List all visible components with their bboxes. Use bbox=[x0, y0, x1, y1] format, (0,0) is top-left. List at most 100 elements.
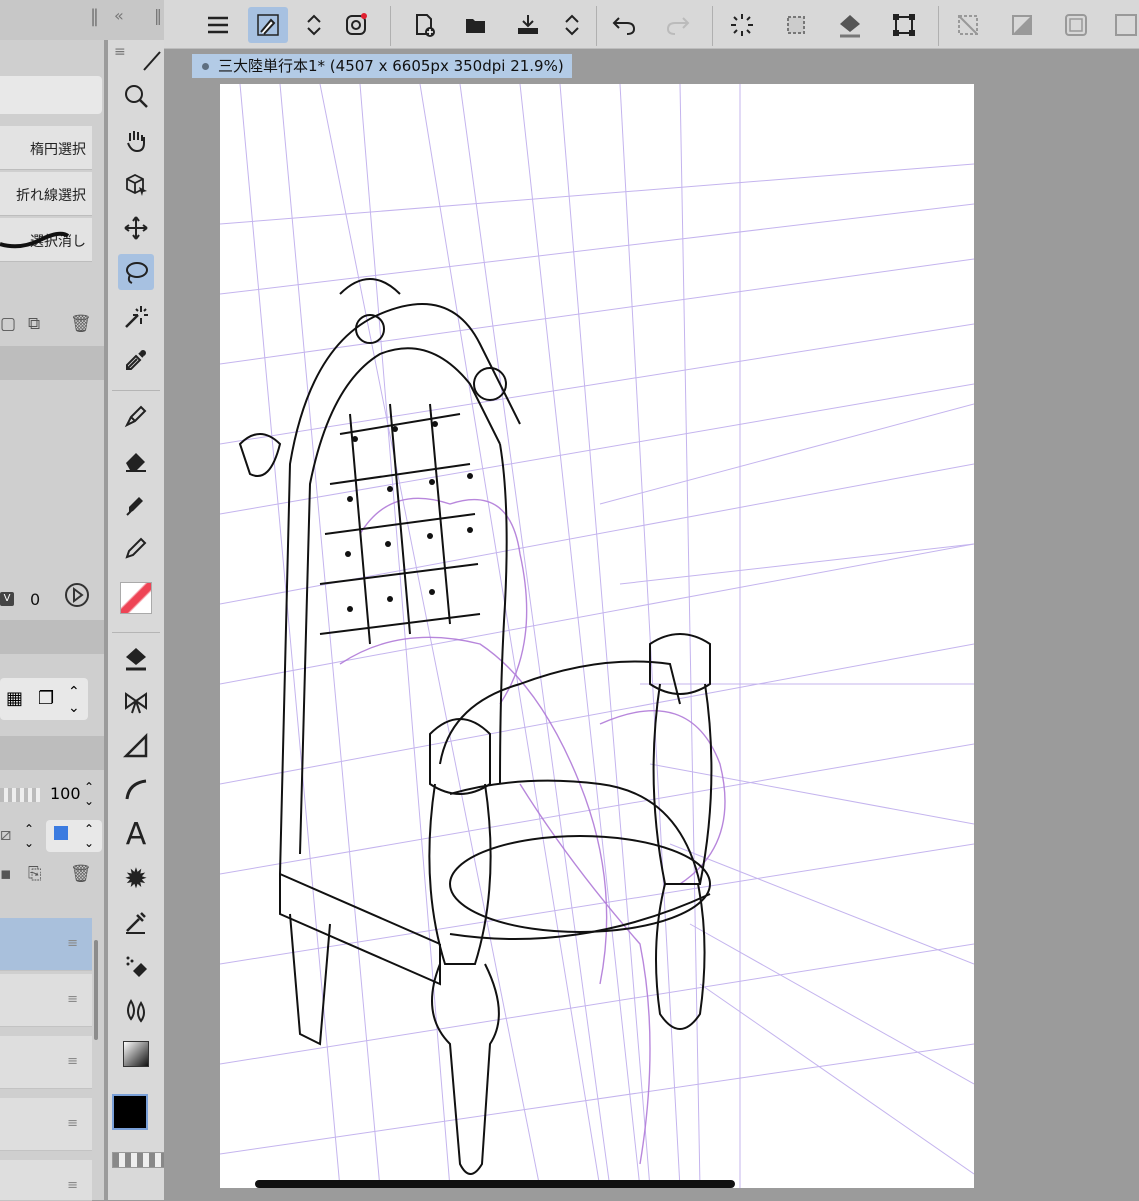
drag-handle-icon[interactable]: ≡ bbox=[67, 1178, 78, 1193]
eraser-icon[interactable] bbox=[118, 442, 154, 478]
chevron-updown-icon-2[interactable] bbox=[552, 7, 592, 43]
invert-selection-icon[interactable] bbox=[1002, 7, 1042, 43]
panel-menu-icon[interactable]: ≡ bbox=[114, 44, 126, 60]
layer-option-row: ▦ ❐ ⌃ ⌄ bbox=[0, 678, 88, 720]
magic-wand-icon[interactable] bbox=[118, 298, 154, 334]
chevron-updown-icon[interactable] bbox=[294, 7, 334, 43]
layer-row[interactable]: ≡ bbox=[0, 1160, 92, 1201]
new-layer-icon[interactable]: ▪ bbox=[0, 864, 12, 884]
select-area-icon[interactable] bbox=[776, 7, 816, 43]
stepper-icon-2[interactable]: ⌃ ⌄ bbox=[24, 822, 34, 850]
pen-icon[interactable] bbox=[118, 398, 154, 434]
toolbar-separator bbox=[938, 6, 939, 46]
drag-handle-icon[interactable]: ≡ bbox=[67, 936, 78, 951]
new-file-icon[interactable] bbox=[404, 7, 444, 43]
transparent-icon[interactable]: ⧄ bbox=[0, 824, 11, 845]
section-header bbox=[0, 346, 104, 380]
layer-row[interactable]: ≡ bbox=[0, 1036, 92, 1089]
stepper-icon-3: ⌃ ⌄ bbox=[84, 822, 95, 850]
undo-icon[interactable] bbox=[604, 7, 644, 43]
polyline-select-label: 折れ線選択 bbox=[16, 188, 86, 204]
layer-row[interactable]: ≡ bbox=[0, 974, 92, 1027]
polyline-select-button[interactable]: 折れ線選択 bbox=[0, 172, 92, 216]
camera-icon[interactable]: ⎘ bbox=[28, 864, 42, 884]
expand-selection-icon[interactable] bbox=[1056, 7, 1096, 43]
v-badge: V bbox=[0, 592, 14, 606]
duplicate-icon[interactable]: ⧉ bbox=[28, 314, 40, 334]
layer-color-select[interactable]: ⌃ ⌄ bbox=[46, 820, 102, 852]
layer-row-selected[interactable]: ≡ bbox=[0, 918, 92, 971]
marker-icon[interactable] bbox=[118, 486, 154, 522]
redo-icon[interactable] bbox=[658, 7, 698, 43]
document-tab[interactable]: 三大陸単行本1* (4507 x 6605px 350dpi 21.9%) bbox=[192, 54, 572, 78]
section-header-2 bbox=[0, 620, 104, 654]
pencil-icon[interactable] bbox=[118, 530, 154, 566]
save-icon[interactable] bbox=[508, 7, 548, 43]
deselect-button[interactable]: 選択消し bbox=[0, 218, 92, 262]
drawing-canvas[interactable] bbox=[219, 83, 975, 1189]
drag-handle-icon[interactable]: ≡ bbox=[67, 992, 78, 1007]
trash-icon[interactable]: 🗑 bbox=[70, 314, 92, 334]
section-header-3 bbox=[0, 736, 104, 770]
layer-scrollbar[interactable] bbox=[94, 940, 98, 1040]
menu-icon[interactable] bbox=[198, 7, 238, 43]
transparent-color-swatch[interactable] bbox=[112, 1152, 166, 1168]
water-icon[interactable] bbox=[118, 992, 154, 1028]
collapse-left-icon[interactable]: « bbox=[114, 6, 124, 25]
hand-icon[interactable] bbox=[118, 122, 154, 158]
tool-name-field bbox=[0, 76, 102, 114]
command-bar bbox=[164, 0, 1139, 49]
text-icon[interactable]: A bbox=[118, 816, 154, 852]
brush-pen-indicator bbox=[140, 44, 164, 74]
zoom-icon[interactable] bbox=[118, 78, 154, 114]
opacity-slider[interactable] bbox=[0, 788, 40, 802]
lasso-icon[interactable] bbox=[118, 254, 154, 290]
tool-column-header: « ‖ bbox=[104, 0, 164, 40]
panel-grip-icon[interactable]: ‖ bbox=[90, 6, 99, 27]
more-icon[interactable] bbox=[1106, 7, 1139, 43]
fill-sub-icon[interactable] bbox=[118, 948, 154, 984]
fill-icon[interactable] bbox=[118, 640, 154, 676]
open-folder-icon[interactable] bbox=[456, 7, 496, 43]
ellipse-select-button[interactable]: 楕円選択 bbox=[0, 126, 92, 170]
layer-color-swatch bbox=[54, 826, 68, 840]
companion-icon[interactable] bbox=[336, 7, 376, 43]
layer-action-row: ▪ ⎘ 🗑 bbox=[0, 862, 104, 892]
v-value: 0 bbox=[30, 590, 41, 609]
brush-thumbnail-icon[interactable] bbox=[118, 580, 154, 616]
move-icon[interactable] bbox=[118, 210, 154, 246]
drag-handle-icon[interactable]: ≡ bbox=[67, 1054, 78, 1069]
panel-grip-icon-2[interactable]: ‖ bbox=[154, 6, 162, 25]
sub-tool-icon[interactable] bbox=[248, 7, 288, 43]
curve-icon[interactable] bbox=[118, 772, 154, 808]
opacity-value: 100 bbox=[50, 784, 81, 803]
main-color-swatch[interactable] bbox=[112, 1094, 148, 1130]
stepper-icon[interactable]: ⌃ ⌄ bbox=[68, 684, 80, 716]
color-mode-row: ⧄ ⌃ ⌄ ⌃ ⌄ bbox=[0, 818, 104, 852]
pen-indicator-icon bbox=[143, 51, 161, 71]
toolbar-separator bbox=[596, 6, 597, 46]
bow-icon[interactable] bbox=[118, 684, 154, 720]
drag-handle-icon[interactable]: ≡ bbox=[67, 1116, 78, 1131]
clear-selection-icon[interactable] bbox=[948, 7, 988, 43]
play-icon[interactable] bbox=[64, 582, 90, 608]
gradient-icon[interactable] bbox=[118, 1036, 154, 1072]
partial-icon[interactable]: ▢ bbox=[0, 314, 16, 334]
spinner-icon[interactable] bbox=[722, 7, 762, 43]
transform-icon[interactable] bbox=[884, 7, 924, 43]
brush-preview-area: V 0 bbox=[0, 380, 104, 620]
figure-underdrawing bbox=[339, 497, 726, 1165]
layer-row[interactable]: ≡ bbox=[0, 1098, 92, 1151]
home-indicator bbox=[255, 1180, 735, 1188]
opacity-stepper-icon[interactable]: ⌃ ⌄ bbox=[84, 780, 94, 808]
object-icon[interactable] bbox=[118, 166, 154, 202]
layer-mask-icon[interactable]: ❐ bbox=[38, 688, 54, 709]
stroke-preview-icon bbox=[0, 231, 70, 249]
effect-icon[interactable]: ✹ bbox=[118, 860, 154, 896]
ruler-icon[interactable] bbox=[118, 728, 154, 764]
trash-icon-2[interactable]: 🗑 bbox=[70, 864, 92, 884]
fill-selection-icon[interactable] bbox=[830, 7, 870, 43]
blend-icon[interactable] bbox=[118, 904, 154, 940]
eyedropper-icon[interactable] bbox=[118, 342, 154, 378]
tone-icon[interactable]: ▦ bbox=[6, 688, 23, 709]
